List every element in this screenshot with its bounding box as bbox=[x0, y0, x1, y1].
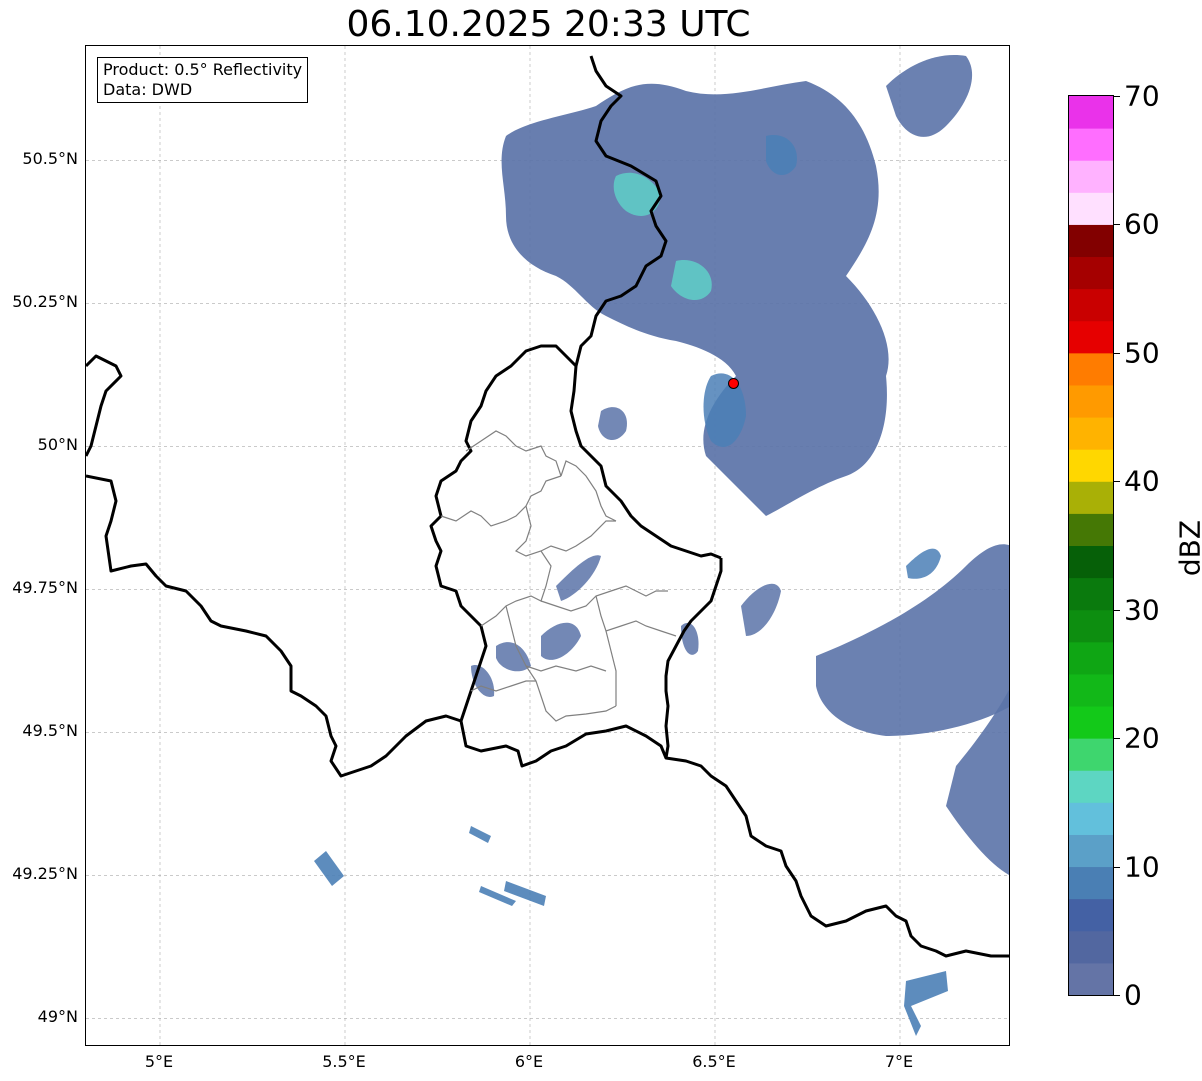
colorbar-swatch bbox=[1069, 545, 1113, 579]
lon-tick-label: 6.5°E bbox=[692, 1052, 736, 1071]
colorbar-tick bbox=[1114, 224, 1120, 226]
product-label: Product: 0.5° Reflectivity bbox=[103, 60, 303, 79]
colorbar-swatch bbox=[1069, 738, 1113, 771]
colorbar-swatch bbox=[1069, 641, 1113, 675]
colorbar-swatch bbox=[1069, 513, 1113, 546]
precip-echo-south-5 bbox=[904, 971, 948, 1036]
precip-echo-lux-2 bbox=[541, 622, 581, 660]
lat-tick-label: 49.5°N bbox=[22, 721, 78, 741]
colorbar-swatch bbox=[1069, 128, 1113, 161]
colorbar-swatch bbox=[1069, 288, 1113, 322]
radar-site-marker bbox=[728, 377, 739, 389]
precip-echo-northeast bbox=[886, 55, 973, 137]
border-west-top bbox=[86, 354, 123, 457]
colorbar-tick bbox=[1114, 866, 1120, 868]
colorbar-tick bbox=[1114, 481, 1120, 483]
canton-line-2 bbox=[560, 460, 617, 522]
colorbar-swatch bbox=[1069, 449, 1113, 482]
precip-echo-south-1 bbox=[314, 851, 344, 886]
colorbar-swatch bbox=[1069, 96, 1113, 129]
precip-echo-lux-3 bbox=[496, 642, 531, 672]
colorbar-swatch bbox=[1069, 673, 1113, 707]
precip-echo-east-small bbox=[906, 548, 941, 579]
colorbar-tick bbox=[1114, 609, 1120, 611]
colorbar-tick-label: 30 bbox=[1124, 593, 1160, 627]
canton-line-1 bbox=[465, 430, 562, 477]
colorbar-tick bbox=[1114, 738, 1120, 740]
precip-echo-west-1 bbox=[598, 407, 627, 441]
colorbar-tick-label: 60 bbox=[1124, 207, 1160, 241]
lat-tick-label: 50°N bbox=[37, 435, 78, 455]
canton-line-7 bbox=[595, 595, 677, 637]
colorbar-swatch bbox=[1069, 256, 1113, 290]
radar-map[interactable] bbox=[85, 45, 1010, 1046]
precip-echo-mid-east bbox=[741, 583, 781, 636]
lat-tick-label: 49.25°N bbox=[12, 864, 78, 884]
colorbar-swatch bbox=[1069, 320, 1113, 354]
map-title: 06.10.2025 20:33 UTC bbox=[346, 4, 751, 45]
colorbar bbox=[1068, 95, 1114, 996]
border-lux-de bbox=[664, 558, 723, 759]
colorbar-unit: dBZ bbox=[1173, 519, 1202, 577]
canton-line-10 bbox=[525, 665, 607, 672]
lat-tick-label: 49.75°N bbox=[12, 578, 78, 598]
canton-line-4 bbox=[514, 505, 616, 557]
lon-tick-label: 5.5°E bbox=[322, 1052, 366, 1071]
lat-tick-label: 50.25°N bbox=[12, 292, 78, 312]
colorbar-swatch bbox=[1069, 192, 1113, 225]
colorbar-swatch bbox=[1069, 834, 1113, 868]
colorbar-tick-label: 70 bbox=[1124, 79, 1160, 113]
colorbar-swatch bbox=[1069, 898, 1113, 932]
lat-tick-label: 49°N bbox=[37, 1007, 78, 1027]
colorbar-swatch bbox=[1069, 609, 1113, 643]
precip-echo-lux-1 bbox=[556, 555, 601, 601]
colorbar-tick-label: 0 bbox=[1124, 978, 1142, 1012]
colorbar-swatch bbox=[1069, 962, 1113, 995]
data-source-label: Data: DWD bbox=[103, 80, 193, 99]
colorbar-swatch bbox=[1069, 160, 1113, 193]
colorbar-swatch bbox=[1069, 481, 1113, 514]
colorbar-swatch bbox=[1069, 866, 1113, 900]
colorbar-swatch bbox=[1069, 770, 1113, 803]
colorbar-swatch bbox=[1069, 802, 1113, 835]
colorbar-swatch bbox=[1069, 352, 1113, 386]
colorbar-tick bbox=[1114, 995, 1120, 996]
precip-echo-south-2 bbox=[469, 826, 491, 843]
precipitation-layer bbox=[314, 55, 1009, 1036]
colorbar-tick bbox=[1114, 96, 1120, 97]
canton-line-5 bbox=[480, 550, 552, 627]
canton-line-3 bbox=[440, 475, 562, 527]
colorbar-tick-label: 50 bbox=[1124, 336, 1160, 370]
colorbar-swatch bbox=[1069, 224, 1113, 258]
colorbar-tick-label: 20 bbox=[1124, 721, 1160, 755]
colorbar-swatch bbox=[1069, 706, 1113, 739]
colorbar-swatch bbox=[1069, 577, 1113, 611]
canton-line-9 bbox=[605, 630, 617, 706]
lon-tick-label: 6°E bbox=[514, 1052, 544, 1071]
colorbar-swatch bbox=[1069, 384, 1113, 418]
info-box: Product: 0.5° Reflectivity Data: DWD bbox=[97, 57, 309, 103]
lon-tick-label: 7°E bbox=[884, 1052, 914, 1071]
colorbar-tick-label: 10 bbox=[1124, 850, 1160, 884]
colorbar-swatch bbox=[1069, 930, 1113, 964]
colorbar-tick-label: 40 bbox=[1124, 464, 1160, 498]
colorbar-tick bbox=[1114, 352, 1120, 354]
colorbar-swatches bbox=[1069, 96, 1113, 995]
lat-tick-label: 50.5°N bbox=[22, 149, 78, 169]
precip-echo-east-cell bbox=[681, 622, 699, 655]
map-canvas bbox=[86, 46, 1009, 1045]
lon-tick-label: 5°E bbox=[144, 1052, 174, 1071]
colorbar-swatch bbox=[1069, 417, 1113, 450]
